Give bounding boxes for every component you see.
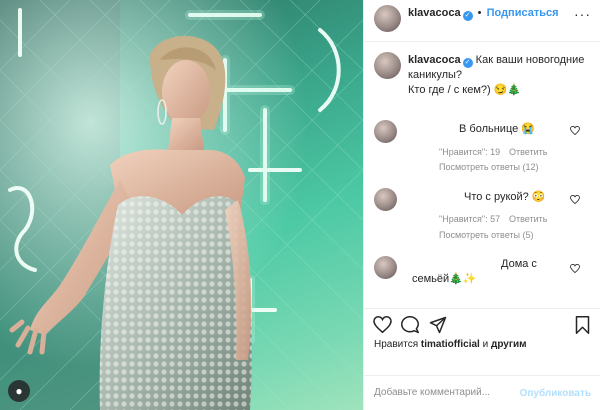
verified-icon: ✓ xyxy=(462,58,473,68)
share-icon[interactable] xyxy=(429,316,447,334)
more-icon[interactable]: ··· xyxy=(574,6,591,22)
separator-dot: • xyxy=(477,7,482,19)
author-avatar[interactable] xyxy=(374,5,401,32)
reply-button[interactable]: Ответить xyxy=(509,214,547,224)
liked-by-others[interactable]: другим xyxy=(491,339,527,350)
follow-button[interactable]: Подписаться xyxy=(487,7,559,19)
publish-button[interactable]: Опубликовать xyxy=(520,388,591,399)
person-icon[interactable]: ● xyxy=(8,380,30,402)
likes-conjunction: и xyxy=(482,339,489,350)
view-replies-button[interactable]: Посмотреть ответы (12) xyxy=(439,162,539,172)
heart-icon[interactable] xyxy=(570,126,580,135)
caption-avatar[interactable] xyxy=(374,52,401,79)
post-side-panel: klavacoca ✓ • Подписаться ··· klavacoca ✓ … xyxy=(363,0,600,410)
caption-line-2: Кто где / с кем?) 😏🎄 xyxy=(408,84,522,96)
verified-icon: ✓ xyxy=(462,11,473,21)
comment-icon[interactable] xyxy=(401,316,419,334)
commenter-avatar[interactable] xyxy=(374,256,397,279)
caption-username[interactable]: klavacoca xyxy=(408,54,461,66)
post-header: klavacoca ✓ • Подписаться ··· xyxy=(364,0,600,42)
likes-summary: Нравится timatiofficial и другим xyxy=(374,339,527,350)
comment-text-line-1: Дома с xyxy=(501,258,537,270)
reply-button[interactable]: Ответить xyxy=(509,147,547,157)
add-comment-bar: Опубликовать xyxy=(364,375,600,410)
comment-input[interactable] xyxy=(374,387,514,398)
author-username[interactable]: klavacoca xyxy=(408,7,461,19)
comment-likes-count[interactable]: "Нравится": 57 xyxy=(439,214,500,224)
comment-text: В больнице 😭 xyxy=(459,123,535,135)
likes-prefix: Нравится xyxy=(374,339,419,350)
commenter-avatar[interactable] xyxy=(374,188,397,211)
liked-by-user[interactable]: timatiofficial xyxy=(421,339,480,350)
photo-illustration xyxy=(0,0,363,410)
heart-icon[interactable] xyxy=(570,195,580,204)
comment-text-line-2: семьёй🎄✨ xyxy=(412,273,477,285)
commenter-avatar[interactable] xyxy=(374,120,397,143)
comment-text: Что с рукой? 😳 xyxy=(464,191,546,203)
bookmark-icon[interactable] xyxy=(575,316,590,334)
heart-icon[interactable] xyxy=(570,264,580,273)
view-replies-button[interactable]: Посмотреть ответы (5) xyxy=(439,230,534,240)
post-actions xyxy=(364,308,600,340)
heart-icon[interactable] xyxy=(373,316,392,333)
comment-likes-count[interactable]: "Нравится": 19 xyxy=(439,147,500,157)
post-photo[interactable]: ● xyxy=(0,0,363,410)
